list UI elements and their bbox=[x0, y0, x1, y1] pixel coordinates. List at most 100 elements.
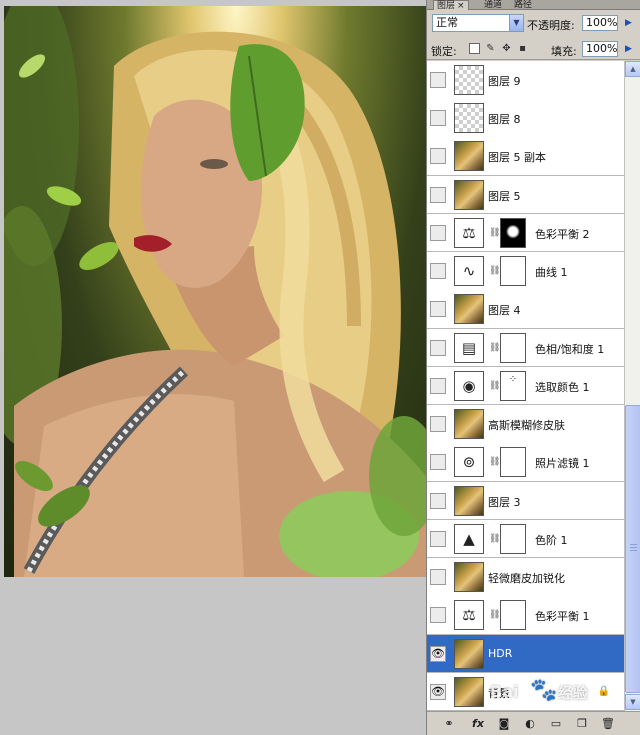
mask-link-icon[interactable]: ⛓ bbox=[489, 533, 500, 545]
layer-list: 图层 9 图层 8 图层 5 副本 图层 5 ⚖ ⛓ 色彩平衡 2 ∿ ⛓ 曲线 1 图层 4 ▤ ⛓ 色… bbox=[427, 61, 624, 711]
layer-thumbnail bbox=[454, 141, 484, 172]
visibility-eye-icon[interactable] bbox=[430, 110, 446, 127]
layer-row[interactable]: 图层 9 bbox=[427, 61, 624, 100]
panel-footer: ⚭ fx ◙ ◐ ▭ ❐ 🗑 bbox=[427, 711, 640, 735]
lock-row: 锁定: ✎ ✥ ▪ 填充: 100% ▶ bbox=[427, 38, 640, 60]
adjustment-layer-icon[interactable]: ◐ bbox=[523, 717, 537, 731]
mask-link-icon[interactable]: ⛓ bbox=[489, 227, 500, 239]
link-layers-icon[interactable]: ⚭ bbox=[441, 717, 457, 731]
layer-row[interactable]: ◉ ⛓ ⁘ 选取颜色 1 bbox=[427, 366, 624, 406]
layer-name: HDR bbox=[488, 646, 513, 660]
blend-row: 正常 ▼ 不透明度: 100% ▶ bbox=[427, 12, 640, 34]
layer-mask-thumbnail[interactable] bbox=[500, 600, 526, 631]
layer-row[interactable]: ⚖ ⛓ 色彩平衡 1 bbox=[427, 596, 624, 635]
visibility-eye-icon[interactable] bbox=[430, 377, 446, 394]
lock-brush-icon[interactable]: ✎ bbox=[485, 43, 496, 54]
add-mask-icon[interactable]: ◙ bbox=[497, 717, 511, 731]
layer-style-icon[interactable]: fx bbox=[469, 717, 487, 731]
layer-row[interactable]: ∿ ⛓ 曲线 1 bbox=[427, 252, 624, 291]
layer-row[interactable]: 图层 5 副本 bbox=[427, 137, 624, 176]
new-group-icon[interactable]: ▭ bbox=[549, 717, 563, 731]
visibility-eye-icon[interactable]: 👁 bbox=[430, 683, 446, 700]
watermark-text: 经验 bbox=[558, 684, 589, 702]
tab-close-icon[interactable]: × bbox=[457, 1, 465, 11]
curves-icon: ∿ bbox=[454, 256, 484, 287]
mask-link-icon[interactable]: ⛓ bbox=[489, 609, 500, 621]
layer-mask-thumbnail[interactable] bbox=[500, 447, 526, 478]
visibility-eye-icon[interactable] bbox=[430, 186, 446, 203]
layer-name: 图层 8 bbox=[488, 113, 521, 127]
visibility-eye-icon[interactable] bbox=[430, 607, 446, 624]
visibility-eye-icon[interactable]: 👁 bbox=[430, 645, 446, 662]
layer-name: 图层 4 bbox=[488, 304, 521, 318]
layer-name: 照片滤镜 1 bbox=[535, 457, 590, 471]
layer-mask-thumbnail[interactable]: ⁘ bbox=[500, 370, 526, 401]
layer-mask-thumbnail[interactable] bbox=[500, 523, 526, 554]
opacity-label: 不透明度: bbox=[527, 19, 575, 32]
color-balance-icon: ⚖ bbox=[454, 217, 484, 248]
fill-field[interactable]: 100% bbox=[582, 41, 618, 57]
visibility-eye-icon[interactable] bbox=[430, 148, 446, 165]
layer-row[interactable]: 图层 3 bbox=[427, 481, 624, 521]
blend-mode-select[interactable]: 正常 ▼ bbox=[432, 14, 524, 32]
levels-icon: ▲ bbox=[454, 523, 484, 554]
lock-all-icon[interactable]: ▪ bbox=[517, 43, 528, 54]
mask-link-icon[interactable]: ⛓ bbox=[489, 380, 500, 392]
paw-icon: 🐾 bbox=[530, 678, 558, 703]
color-balance-icon: ⚖ bbox=[454, 600, 484, 631]
lock-label: 锁定: bbox=[431, 45, 457, 58]
layer-row[interactable]: ▲ ⛓ 色阶 1 bbox=[427, 519, 624, 559]
layer-row[interactable]: 图层 8 bbox=[427, 99, 624, 138]
layer-name: 色彩平衡 1 bbox=[535, 610, 590, 624]
layer-thumbnail bbox=[454, 179, 484, 210]
layer-mask-thumbnail[interactable] bbox=[500, 332, 526, 363]
visibility-eye-icon[interactable] bbox=[430, 339, 446, 356]
lock-transparency-icon[interactable] bbox=[469, 43, 480, 54]
layer-name: 选取颜色 1 bbox=[535, 380, 590, 394]
new-layer-icon[interactable]: ❐ bbox=[575, 717, 589, 731]
layer-row[interactable]: ▤ ⛓ 色相/饱和度 1 bbox=[427, 328, 624, 368]
layer-row[interactable]: 图层 5 bbox=[427, 175, 624, 215]
lock-move-icon[interactable]: ✥ bbox=[501, 43, 512, 54]
chevron-down-icon[interactable]: ▼ bbox=[509, 15, 523, 31]
tab-layers[interactable]: 图层 × bbox=[433, 0, 469, 11]
tab-channels[interactable]: 通道 bbox=[481, 0, 505, 10]
mask-link-icon[interactable]: ⛓ bbox=[489, 456, 500, 468]
visibility-eye-icon[interactable] bbox=[430, 569, 446, 586]
scroll-thumb[interactable] bbox=[625, 405, 640, 693]
visibility-eye-icon[interactable] bbox=[430, 454, 446, 471]
visibility-eye-icon[interactable] bbox=[430, 301, 446, 318]
baidu-watermark: Bai 🐾 经验 bbox=[490, 672, 620, 712]
layer-thumbnail bbox=[454, 294, 484, 325]
scroll-down-icon[interactable]: ▼ bbox=[625, 694, 640, 710]
scroll-up-icon[interactable]: ▲ bbox=[625, 61, 640, 77]
layer-mask-thumbnail[interactable] bbox=[500, 256, 526, 287]
layers-scrollbar[interactable]: ▲ ▼ bbox=[624, 61, 640, 711]
layer-mask-thumbnail[interactable] bbox=[500, 217, 526, 248]
layer-row[interactable]: 图层 4 bbox=[427, 290, 624, 329]
document-image[interactable] bbox=[4, 6, 426, 577]
opacity-field[interactable]: 100% bbox=[582, 15, 618, 31]
tab-paths[interactable]: 路径 bbox=[511, 0, 535, 10]
panel-tab-bar: 图层 × 通道 路径 bbox=[427, 0, 640, 11]
delete-layer-icon[interactable]: 🗑 bbox=[601, 717, 615, 731]
layer-name: 图层 9 bbox=[488, 75, 521, 88]
photo-filter-icon: ⊚ bbox=[454, 447, 484, 478]
hue-saturation-icon: ▤ bbox=[454, 332, 484, 363]
fill-arrow-icon[interactable]: ▶ bbox=[623, 41, 634, 57]
layer-row[interactable]: ⊚ ⛓ 照片滤镜 1 bbox=[427, 443, 624, 482]
layer-row[interactable]: 轻微磨皮加锐化 bbox=[427, 558, 624, 597]
opacity-arrow-icon[interactable]: ▶ bbox=[623, 15, 634, 31]
mask-link-icon[interactable]: ⛓ bbox=[489, 265, 500, 277]
visibility-eye-icon[interactable] bbox=[430, 416, 446, 433]
mask-link-icon[interactable]: ⛓ bbox=[489, 342, 500, 354]
layer-row[interactable]: 高斯模糊修皮肤 bbox=[427, 405, 624, 444]
visibility-eye-icon[interactable] bbox=[430, 530, 446, 547]
layer-row[interactable]: ⚖ ⛓ 色彩平衡 2 bbox=[427, 213, 624, 253]
visibility-eye-icon[interactable] bbox=[430, 263, 446, 280]
visibility-eye-icon[interactable] bbox=[430, 224, 446, 241]
visibility-eye-icon[interactable] bbox=[430, 72, 446, 88]
layer-row[interactable]: 👁 HDR bbox=[427, 634, 624, 674]
layer-name: 轻微磨皮加锐化 bbox=[488, 572, 565, 586]
visibility-eye-icon[interactable] bbox=[430, 492, 446, 509]
